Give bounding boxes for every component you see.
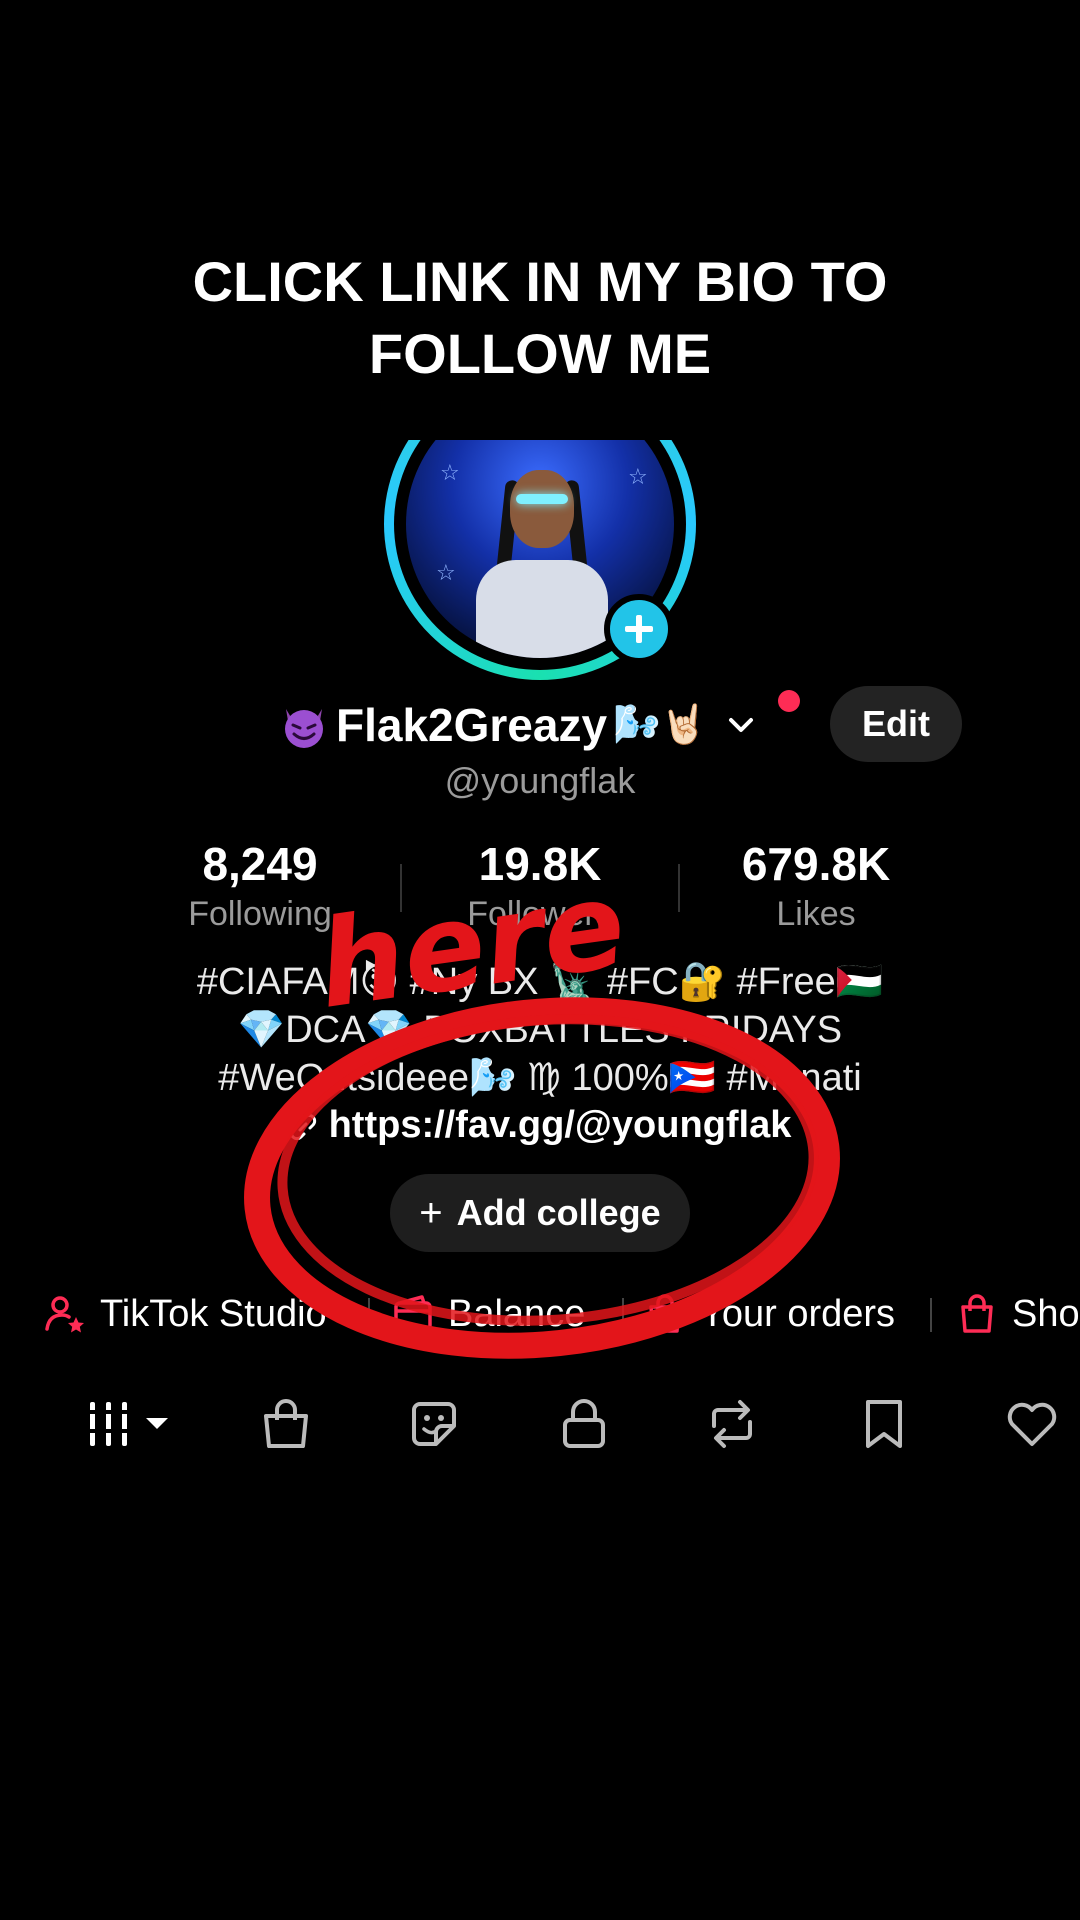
bio-line: #CIAFAM😈 #Ny BX 🗽 #FC🔐 #Free🇵🇸 <box>196 961 884 1003</box>
tool-label: TikTok Studio <box>100 1292 327 1335</box>
stat-divider <box>400 864 402 912</box>
stat-label: Followers <box>467 895 613 933</box>
tool-your-orders[interactable]: Your orders <box>644 1284 895 1344</box>
stat-following[interactable]: 8,249 Following <box>130 836 390 936</box>
bio-link-text: https://fav.gg/@youngflak <box>328 1104 792 1146</box>
tool-label: Shop <box>1012 1292 1080 1335</box>
profile-bio: #CIAFAM😈 #Ny BX 🗽 #FC🔐 #Free🇵🇸 💎DCA💎 BOX… <box>0 958 1080 1102</box>
plus-icon: + <box>419 1190 443 1235</box>
smiling-devil-icon <box>285 709 323 748</box>
video-caption: CLICK LINK IN MY BIO TO FOLLOW ME <box>0 246 1080 390</box>
link-icon <box>289 1113 316 1141</box>
chevron-down-icon[interactable] <box>724 708 758 742</box>
repost-icon[interactable] <box>704 1396 760 1452</box>
bio-line: 💎DCA💎 BOXBATTLES FRIDAYS <box>237 1009 843 1051</box>
stat-value: 19.8K <box>478 838 602 890</box>
stat-label: Following <box>188 895 332 933</box>
tool-label: Balance <box>448 1292 586 1335</box>
star-icon: ☆ <box>436 560 456 585</box>
bio-line: #WeOutsideee🌬️ ♍ 100%🇵🇷 #Manati <box>218 1057 862 1099</box>
stat-followers[interactable]: 19.8K Followers <box>410 836 670 936</box>
profile-stats: 8,249 Following 19.8K Followers 679.8K L… <box>130 836 950 936</box>
shopping-bag-icon <box>649 1294 681 1333</box>
stat-label: Likes <box>776 895 856 933</box>
bookmark-icon[interactable] <box>856 1396 912 1452</box>
notification-dot <box>778 690 800 712</box>
display-name: Flak2Greazy <box>336 699 608 751</box>
heart-icon[interactable] <box>1004 1396 1060 1452</box>
profile-tabs <box>0 1390 1080 1460</box>
person-star-icon <box>45 1296 84 1333</box>
star-icon: ☆ <box>440 460 460 485</box>
caption-line-2: FOLLOW ME <box>368 322 712 385</box>
bio-link[interactable]: https://fav.gg/@youngflak <box>0 1104 1080 1147</box>
tool-label: Your orders <box>700 1292 896 1335</box>
tool-balance[interactable]: Balance <box>392 1284 585 1344</box>
name-emoji: 🌬️🤘🏻 <box>613 704 708 746</box>
lock-icon[interactable] <box>556 1396 612 1452</box>
edit-profile-button[interactable]: Edit <box>830 686 962 762</box>
stat-divider <box>678 864 680 912</box>
add-college-button[interactable]: + Add college <box>390 1174 690 1252</box>
wallet-icon <box>394 1295 432 1331</box>
profile-name-row: Flak2Greazy 🌬️🤘🏻 <box>278 694 758 756</box>
username-handle: @youngflak <box>444 760 636 801</box>
tool-shop[interactable]: Shop <box>956 1284 1080 1344</box>
grid-icon[interactable] <box>86 1396 176 1452</box>
stat-value: 679.8K <box>741 838 891 890</box>
caption-line-1: CLICK LINK IN MY BIO TO <box>192 250 888 313</box>
plus-icon <box>625 615 653 643</box>
star-icon: ☆ <box>628 464 648 489</box>
stat-likes[interactable]: 679.8K Likes <box>686 836 946 936</box>
add-story-button[interactable] <box>604 594 674 664</box>
stat-value: 8,249 <box>202 838 318 890</box>
tool-tiktok-studio[interactable]: TikTok Studio <box>44 1284 327 1344</box>
add-college-label: Add college <box>456 1192 661 1233</box>
shopping-bag-icon[interactable] <box>258 1396 314 1452</box>
creator-tools-row: TikTok Studio Balance Your orders Shop <box>0 1284 1080 1344</box>
shopping-bag-icon <box>961 1294 993 1333</box>
sticker-icon[interactable] <box>406 1396 462 1452</box>
